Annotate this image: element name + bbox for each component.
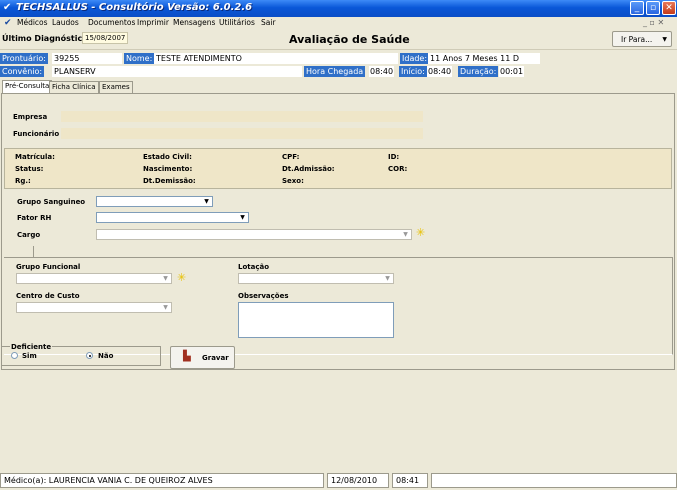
status-empty xyxy=(431,473,677,488)
deficiente-label: Deficiente xyxy=(10,343,53,351)
chevron-down-icon: ▼ xyxy=(385,275,390,282)
hora-chegada-value: 08:40 xyxy=(369,66,395,77)
duracao-value: 00:01 xyxy=(499,66,525,77)
grupo-sanguineo-label: Grupo Sanguineo xyxy=(17,198,86,206)
menu-medicos[interactable]: Médicos xyxy=(17,18,48,27)
fator-rh-select[interactable]: ▼ xyxy=(96,212,249,223)
employee-info-box: Matrícula: Status: Rg.: Estado Civil: Na… xyxy=(4,148,672,189)
tab-pre-consulta[interactable]: Pré-Consulta xyxy=(2,80,53,93)
grupo-sanguineo-select[interactable]: ▼ xyxy=(96,196,213,207)
menu-bar: ✔ Médicos Laudos Documentos Imprimir Men… xyxy=(0,17,677,30)
idade-value: 11 Anos 7 Meses 11 D xyxy=(428,53,540,64)
menu-sair[interactable]: Sair xyxy=(261,18,276,27)
minimize-button[interactable]: _ xyxy=(630,1,644,15)
grupo-funcional-label: Grupo Funcional xyxy=(16,263,81,271)
menu-documentos[interactable]: Documentos xyxy=(88,18,135,27)
chevron-down-icon: ▼ xyxy=(240,214,245,221)
prontuario-value: 39255 xyxy=(52,53,122,64)
lotacao-label: Lotação xyxy=(238,263,270,271)
cargo-select[interactable]: ▼ xyxy=(96,229,412,240)
nascimento-label: Nascimento: xyxy=(143,165,193,173)
cargo-label: Cargo xyxy=(17,231,41,239)
tab-panel: Empresa Funcionário Matrícula: Status: R… xyxy=(1,93,675,370)
convenio-label: Convênio: xyxy=(0,66,45,77)
grupo-funcional-select[interactable]: ▼ xyxy=(16,273,172,284)
menu-mensagens[interactable]: Mensagens xyxy=(173,18,215,27)
empresa-label: Empresa xyxy=(13,113,48,121)
cor-label: COR: xyxy=(388,165,408,173)
gravar-label: Gravar xyxy=(202,354,229,362)
status-medico: Médico(a): LAURENCIA VANIA C. DE QUEIROZ… xyxy=(0,473,324,488)
chevron-down-icon: ▼ xyxy=(662,36,667,43)
nome-value: TESTE ATENDIMENTO xyxy=(154,53,398,64)
title-bar: ✔ TECHSALLUS - Consultório Versão: 6.0.2… xyxy=(0,0,677,17)
tab-ficha-clinica[interactable]: Ficha Clínica xyxy=(49,81,99,93)
ultimo-diagnostico-value: 15/08/2007 xyxy=(82,32,129,44)
observacoes-label: Observações xyxy=(238,292,289,300)
centro-custo-select[interactable]: ▼ xyxy=(16,302,172,313)
save-icon: ▙ xyxy=(183,351,191,362)
centro-custo-label: Centro de Custo xyxy=(16,292,80,300)
nao-radio[interactable] xyxy=(86,352,93,359)
status-time: 08:41 xyxy=(392,473,428,488)
rg-label: Rg.: xyxy=(15,177,31,185)
ultimo-diagnostico-label: Último Diagnóstico xyxy=(2,34,88,43)
convenio-value: PLANSERV xyxy=(52,66,302,77)
fator-rh-label: Fator RH xyxy=(17,214,52,222)
ir-para-button[interactable]: Ir Para... ▼ xyxy=(612,31,672,47)
menu-utilitarios[interactable]: Utilitários xyxy=(219,18,255,27)
idade-label: Idade: xyxy=(400,53,430,64)
toolbar: Último Diagnóstico 15/08/2007 Avaliação … xyxy=(0,30,677,50)
prontuario-label: Prontuário: xyxy=(0,53,48,64)
empresa-field xyxy=(61,111,423,122)
stethoscope-icon: ✔ xyxy=(3,2,12,13)
mdi-controls[interactable]: _ ▫ ✕ xyxy=(643,18,664,27)
page-title: Avaliação de Saúde xyxy=(289,33,410,46)
estado-civil-label: Estado Civil: xyxy=(143,153,192,161)
close-button[interactable]: ✕ xyxy=(662,1,676,15)
observacoes-textarea[interactable] xyxy=(238,302,394,338)
funcionario-label: Funcionário xyxy=(13,130,60,138)
duracao-label: Duração: xyxy=(458,66,499,77)
hora-chegada-label: Hora Chegada xyxy=(304,66,366,77)
sexo-label: Sexo: xyxy=(282,177,304,185)
chevron-down-icon: ▼ xyxy=(403,231,408,238)
funcionario-field xyxy=(61,128,423,139)
chevron-down-icon: ▼ xyxy=(204,198,209,205)
maximize-button[interactable]: ▫ xyxy=(646,1,660,15)
sim-radio[interactable] xyxy=(11,352,18,359)
menu-laudos[interactable]: Laudos xyxy=(52,18,79,27)
sim-label: Sim xyxy=(22,352,37,360)
nao-label: Não xyxy=(98,352,114,360)
sun-icon[interactable]: ✳ xyxy=(177,272,186,283)
tab-exames[interactable]: Exames xyxy=(99,81,133,93)
nome-label: Nome: xyxy=(124,53,155,64)
gravar-button[interactable]: ▙ Gravar xyxy=(170,346,235,369)
chevron-down-icon: ▼ xyxy=(163,275,168,282)
patient-header: Prontuário: 39255 Nome: TESTE ATENDIMENT… xyxy=(0,52,677,77)
ir-para-label: Ir Para... xyxy=(621,35,653,44)
status-date: 12/08/2010 xyxy=(327,473,389,488)
cpf-label: CPF: xyxy=(282,153,300,161)
matricula-label: Matrícula: xyxy=(15,153,55,161)
lotacao-select[interactable]: ▼ xyxy=(238,273,394,284)
sun-icon[interactable]: ✳ xyxy=(416,227,425,238)
id-label: ID: xyxy=(388,153,400,161)
inicio-value: 08:40 xyxy=(427,66,453,77)
dt-demissao-label: Dt.Demissão: xyxy=(143,177,196,185)
stethoscope-small-icon: ✔ xyxy=(4,18,12,28)
window-title: TECHSALLUS - Consultório Versão: 6.0.2.6 xyxy=(16,2,253,13)
inicio-label: Início: xyxy=(399,66,427,77)
dt-admissao-label: Dt.Admissão: xyxy=(282,165,335,173)
menu-imprimir[interactable]: Imprimir xyxy=(137,18,169,27)
status-label: Status: xyxy=(15,165,44,173)
chevron-down-icon: ▼ xyxy=(163,304,168,311)
